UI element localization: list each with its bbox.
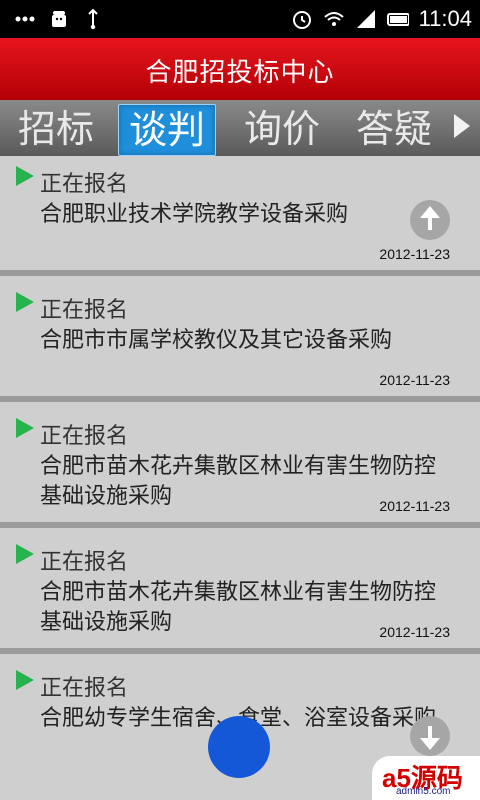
announcement-list: 正在报名 合肥职业技术学院教学设备采购 2012-11-23 正在报名 合肥市市…	[0, 156, 480, 800]
tab-bar: 招标 谈判 询价 答疑	[0, 100, 480, 156]
tab-label: 谈判	[129, 108, 206, 152]
item-date: 2012-11-23	[379, 372, 450, 388]
scroll-down-icon[interactable]	[410, 716, 450, 756]
android-icon	[48, 8, 70, 30]
status-triangle-icon	[16, 418, 34, 438]
item-date: 2012-11-23	[379, 624, 450, 640]
item-title: 合肥市市属学校教仪及其它设备采购	[40, 328, 393, 353]
tabs-next-arrow-icon[interactable]	[454, 114, 470, 138]
page-title: 合肥招投标中心	[145, 58, 335, 88]
item-status: 正在报名	[40, 172, 129, 197]
list-item[interactable]: 正在报名 合肥市苗木花卉集散区林业有害生物防控基础设施采购 2012-11-23	[0, 534, 480, 654]
list-item[interactable]: 正在报名 合肥市市属学校教仪及其它设备采购 2012-11-23	[0, 282, 480, 402]
list-item[interactable]: 正在报名 合肥职业技术学院教学设备采购 2012-11-23	[0, 156, 480, 276]
battery-icon	[386, 8, 409, 30]
alarm-icon	[291, 8, 313, 30]
tab-label: 招标	[18, 107, 95, 151]
more-dots-icon	[14, 8, 36, 30]
item-date: 2012-11-23	[379, 498, 450, 514]
item-status: 正在报名	[40, 550, 129, 575]
item-date: 2012-11-23	[379, 246, 450, 262]
status-triangle-icon	[16, 292, 34, 312]
clock-time: 11:04	[418, 6, 472, 31]
usb-icon	[82, 8, 104, 30]
tab-label: 答疑	[356, 107, 433, 151]
tab-tanpan[interactable]: 谈判	[118, 104, 217, 156]
status-triangle-icon	[16, 670, 34, 690]
wifi-icon	[323, 8, 345, 30]
app-header: 合肥招投标中心	[0, 38, 480, 102]
status-triangle-icon	[16, 166, 34, 186]
tab-label: 询价	[244, 107, 321, 151]
status-triangle-icon	[16, 544, 34, 564]
item-status: 正在报名	[40, 676, 129, 701]
item-title: 合肥职业技术学院教学设备采购	[40, 202, 349, 227]
tab-dayi[interactable]: 答疑	[356, 104, 432, 154]
item-status: 正在报名	[40, 298, 129, 323]
list-item[interactable]: 正在报名 合肥市苗木花卉集散区林业有害生物防控基础设施采购 2012-11-23	[0, 408, 480, 528]
watermark-site: admin5.com	[396, 786, 451, 797]
scroll-up-icon[interactable]	[410, 200, 450, 240]
touch-indicator	[208, 716, 270, 778]
tab-xunjia[interactable]: 询价	[244, 104, 320, 154]
watermark-logo: a5源码 admin5.com	[372, 756, 480, 800]
tab-zhaobiao[interactable]: 招标	[18, 104, 94, 154]
signal-icon	[355, 8, 377, 30]
item-status: 正在报名	[40, 424, 129, 449]
status-bar: 11:04	[0, 0, 480, 38]
